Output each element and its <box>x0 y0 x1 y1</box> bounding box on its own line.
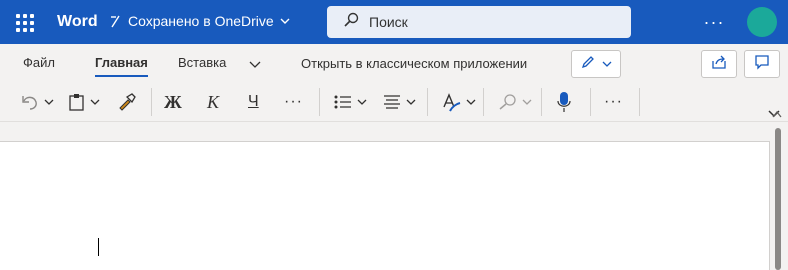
underline-button[interactable]: Ч <box>248 90 259 114</box>
waffle-icon[interactable] <box>16 14 34 32</box>
more-tabs-chevron-down-icon[interactable] <box>249 57 261 75</box>
chevron-down-icon <box>357 98 367 106</box>
app-name[interactable]: Word <box>57 13 98 31</box>
share-button[interactable] <box>701 50 737 78</box>
align-button[interactable] <box>382 90 416 114</box>
bold-label: Ж <box>164 91 182 112</box>
chevron-down-icon <box>280 16 290 26</box>
chevron-down-icon <box>602 55 612 73</box>
chevron-down-icon <box>466 98 476 106</box>
paste-button[interactable] <box>68 90 100 114</box>
text-cursor <box>98 238 99 256</box>
share-icon <box>710 53 728 76</box>
save-status-label: Сохранено в OneDrive <box>128 13 274 29</box>
ribbon: Файл Главная Вставка Открыть в классичес… <box>0 44 788 122</box>
toolbar-divider <box>541 88 542 116</box>
document-page[interactable] <box>0 141 770 270</box>
toolbar-divider <box>151 88 152 116</box>
chevron-down-icon <box>90 98 100 106</box>
format-painter-button[interactable] <box>116 90 138 114</box>
word-online-window: Word Сохранено в OneDrive Поиск ··· Файл… <box>0 0 788 270</box>
find-icon <box>498 93 518 111</box>
title-bar: Word Сохранено в OneDrive Поиск ··· <box>0 0 788 44</box>
search-icon <box>343 12 359 33</box>
vertical-scrollbar[interactable] <box>775 128 781 270</box>
underline-label: Ч <box>248 93 259 110</box>
more-options-button[interactable]: ··· <box>702 12 726 32</box>
comments-button[interactable] <box>744 50 780 78</box>
font-color-button[interactable] <box>440 90 476 114</box>
dictate-icon <box>556 91 572 113</box>
toolbar-divider <box>427 88 428 116</box>
undo-icon <box>20 93 40 111</box>
search-input[interactable]: Поиск <box>327 6 631 38</box>
scroll-up-icon[interactable] <box>771 106 783 124</box>
italic-label: К <box>207 91 219 112</box>
align-icon <box>382 93 402 111</box>
paste-icon <box>68 92 86 112</box>
more-commands-button[interactable]: ··· <box>604 90 623 114</box>
more-font-options-label: ··· <box>284 93 303 110</box>
tab-file[interactable]: Файл <box>23 55 55 70</box>
search-placeholder: Поиск <box>369 14 408 30</box>
format-painter-icon <box>116 91 138 113</box>
open-in-desktop-app-link[interactable]: Открыть в классическом приложении <box>301 56 527 71</box>
italic-button[interactable]: К <box>207 90 219 114</box>
more-font-options-button[interactable]: ··· <box>284 90 303 114</box>
find-button[interactable] <box>498 90 532 114</box>
bold-button[interactable]: Ж <box>164 90 182 114</box>
pencil-icon <box>580 54 596 75</box>
font-color-icon <box>440 91 462 113</box>
toolbar-divider <box>483 88 484 116</box>
chevron-down-icon <box>44 98 54 106</box>
chevron-down-icon <box>406 98 416 106</box>
undo-button[interactable] <box>20 90 54 114</box>
editing-mode-button[interactable] <box>571 50 621 78</box>
bullets-icon <box>333 93 353 111</box>
tab-insert[interactable]: Вставка <box>178 55 226 70</box>
toolbar-divider <box>639 88 640 116</box>
document-save-status[interactable]: Сохранено в OneDrive <box>110 13 290 29</box>
document-icon <box>110 14 122 28</box>
more-commands-label: ··· <box>604 93 623 110</box>
toolbar-divider <box>590 88 591 116</box>
document-canvas <box>0 122 788 270</box>
tab-home[interactable]: Главная <box>95 55 148 77</box>
chevron-down-icon <box>522 98 532 106</box>
dictate-button[interactable] <box>556 90 572 114</box>
bullets-button[interactable] <box>333 90 367 114</box>
avatar[interactable] <box>747 7 777 37</box>
comment-icon <box>753 53 771 76</box>
toolbar-divider <box>319 88 320 116</box>
